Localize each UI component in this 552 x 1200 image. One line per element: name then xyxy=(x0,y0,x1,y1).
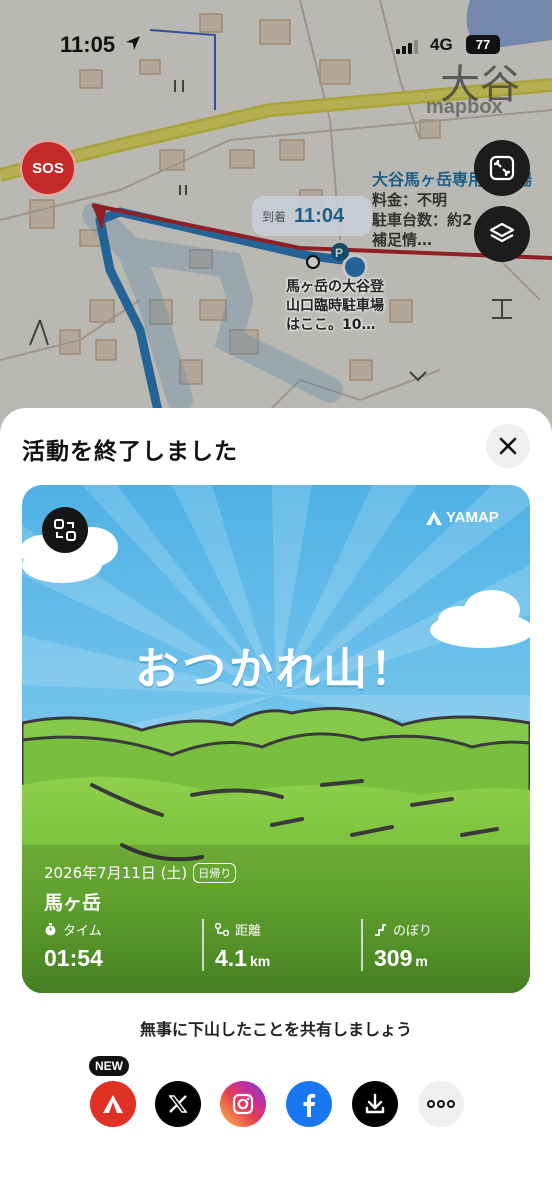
stat-value: 4.1 xyxy=(215,945,247,971)
share-facebook-button[interactable] xyxy=(286,1081,332,1127)
facebook-icon xyxy=(303,1093,316,1117)
status-time: 11:05 xyxy=(60,32,116,57)
swap-image-button[interactable] xyxy=(42,507,88,553)
stat-unit: m xyxy=(415,953,428,969)
map-place-label-line: はここ。10… xyxy=(286,317,376,333)
signal-icon xyxy=(396,40,418,54)
stat-ascent: のぼり 309 m xyxy=(374,920,432,972)
fit-route-icon xyxy=(489,155,515,181)
sheet-title: 活動を終了しました xyxy=(22,439,238,465)
ascent-icon xyxy=(375,924,386,936)
yamap-icon xyxy=(103,1095,123,1113)
layers-button[interactable] xyxy=(474,206,530,262)
map-place-label-line: 山口臨時駐車場 xyxy=(286,298,384,314)
activity-finished-sheet: 活動を終了しました YAMAP おつかれ山！ 2026年7月11日 (土) 日帰… xyxy=(0,408,552,1200)
more-icon xyxy=(427,1100,455,1108)
stat-unit: km xyxy=(249,953,271,969)
more-share-button[interactable] xyxy=(418,1081,464,1127)
mountain-name: 馬ヶ岳 xyxy=(44,892,102,914)
arrival-time: 11:04 xyxy=(294,204,345,227)
new-badge: NEW xyxy=(89,1056,129,1076)
activity-date: 2026年7月11日 (土) xyxy=(44,864,188,882)
trip-type-badge: 日帰り xyxy=(193,862,237,883)
stopwatch-icon xyxy=(45,923,56,936)
yamap-logo-icon xyxy=(426,510,442,525)
x-icon xyxy=(168,1095,188,1113)
stat-divider xyxy=(361,919,363,971)
arrival-label: 到着 xyxy=(262,209,287,224)
status-bar: 11:05 4G 77 xyxy=(0,0,552,90)
activity-date-row: 2026年7月11日 (土) 日帰り xyxy=(44,862,237,883)
stat-label: 距離 xyxy=(235,924,262,939)
mapbox-attribution[interactable]: mapbox xyxy=(426,96,503,119)
share-yamap-button[interactable] xyxy=(90,1081,136,1127)
stat-value: 309 xyxy=(374,945,413,971)
distance-icon xyxy=(215,923,229,936)
fit-route-button[interactable] xyxy=(474,140,530,196)
share-buttons-row xyxy=(0,1081,552,1131)
stat-label: のぼり xyxy=(393,924,433,939)
location-arrow-icon xyxy=(126,36,140,50)
swap-icon xyxy=(54,519,76,541)
stat-value: 01:54 xyxy=(44,945,103,971)
share-message: 無事に下山したことを共有しましょう xyxy=(139,1020,412,1039)
stat-label: タイム xyxy=(63,924,102,939)
yamap-brand: YAMAP xyxy=(426,509,499,526)
sos-button[interactable]: SOS xyxy=(20,140,76,196)
battery-level: 77 xyxy=(466,35,500,54)
stat-time: タイム 01:54 xyxy=(44,920,106,972)
map-place-label-line: 馬ヶ岳の大谷登 xyxy=(286,279,384,295)
download-icon xyxy=(365,1093,385,1114)
card-headline: おつかれ山！ xyxy=(135,644,417,695)
layers-icon xyxy=(489,222,515,243)
instagram-icon xyxy=(232,1093,254,1115)
yamap-brand-text: YAMAP xyxy=(446,509,499,526)
close-button[interactable] xyxy=(486,424,530,468)
stat-divider xyxy=(202,919,204,971)
card-illustration xyxy=(22,485,530,993)
download-button[interactable] xyxy=(352,1081,398,1127)
network-type: 4G xyxy=(430,35,453,54)
map-place-label[interactable]: 馬ヶ岳の大谷登 山口臨時駐車場 はここ。10… xyxy=(286,278,384,335)
stat-distance: 距離 4.1 km xyxy=(215,920,270,972)
map-view[interactable]: P 大谷 mapbox 大谷馬ヶ岳専用駐車場 料金：不明 駐車台数：約2 補足情… xyxy=(0,0,552,440)
share-x-button[interactable] xyxy=(155,1081,201,1127)
arrival-time-chip: 到着 11:04 xyxy=(252,196,372,236)
share-instagram-button[interactable] xyxy=(220,1081,266,1127)
svg-text:P: P xyxy=(335,246,343,260)
activity-summary-card[interactable]: YAMAP おつかれ山！ 2026年7月11日 (土) 日帰り 馬ヶ岳 タイム … xyxy=(22,485,530,993)
close-icon xyxy=(499,437,517,455)
parking-info-fee: 料金：不明 xyxy=(372,191,448,209)
